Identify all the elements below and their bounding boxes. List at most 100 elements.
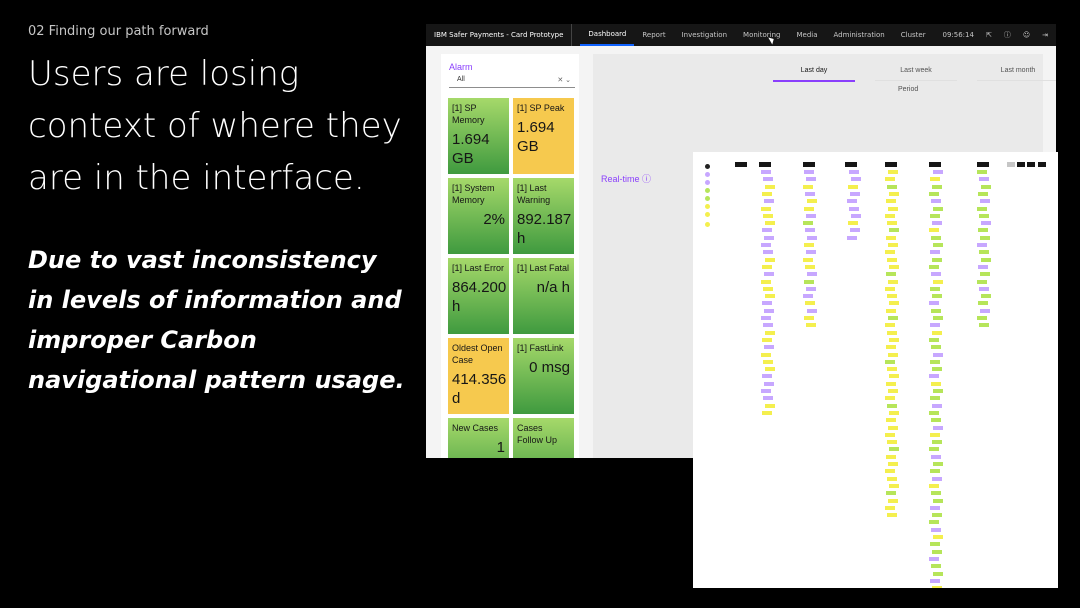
sticky-note bbox=[932, 367, 942, 372]
sticky-note bbox=[932, 257, 942, 262]
alarm-tile[interactable]: New Cases 1 bbox=[448, 418, 509, 458]
tab-last-week[interactable]: Last week bbox=[875, 62, 957, 81]
user-icon[interactable]: ☺ bbox=[1023, 31, 1030, 39]
sticky-note bbox=[931, 527, 941, 532]
sticky-note bbox=[807, 308, 817, 313]
sticky-note bbox=[806, 323, 816, 328]
sticky-note bbox=[848, 184, 858, 189]
sticky-note bbox=[847, 199, 857, 204]
sticky-note bbox=[804, 316, 814, 320]
nav-dashboard[interactable]: Dashboard bbox=[580, 24, 635, 46]
realtime-text: Real-time bbox=[601, 174, 640, 184]
sticky-note bbox=[888, 170, 898, 174]
sticky-note bbox=[932, 549, 942, 554]
sticky-note bbox=[932, 586, 942, 588]
sticky-note bbox=[764, 345, 774, 350]
sticky-note bbox=[889, 447, 899, 452]
sticky-note bbox=[933, 352, 943, 357]
sticky-note bbox=[886, 345, 896, 350]
sticky-note bbox=[762, 228, 772, 233]
sticky-note bbox=[761, 389, 771, 393]
sticky-note bbox=[886, 272, 896, 277]
sticky-note bbox=[761, 279, 771, 284]
tab-last-month[interactable]: Last month bbox=[977, 62, 1056, 81]
app-brand[interactable]: IBM Safer Payments - Card Prototype bbox=[426, 24, 573, 46]
sticky-note bbox=[981, 184, 991, 189]
sticky-note bbox=[981, 257, 991, 262]
sticky-note bbox=[885, 432, 895, 437]
sticky-note bbox=[932, 221, 942, 226]
sticky-note bbox=[889, 337, 899, 342]
sticky-note bbox=[806, 213, 816, 218]
sticky-note bbox=[803, 221, 813, 226]
alarm-tile[interactable]: [1] Last Fatal n/a h bbox=[513, 258, 574, 334]
sticky-note bbox=[850, 228, 860, 233]
notification-icon[interactable]: ⇱ bbox=[986, 31, 992, 39]
sticky-note bbox=[980, 272, 990, 277]
sticky-note bbox=[763, 359, 773, 364]
sticky-note bbox=[887, 367, 897, 372]
nav-monitoring[interactable]: Monitoring bbox=[735, 24, 788, 46]
sticky-note bbox=[933, 279, 943, 284]
sticky-note bbox=[930, 432, 940, 437]
help-icon[interactable]: ⓘ bbox=[1004, 30, 1011, 40]
nav-media[interactable]: Media bbox=[788, 24, 825, 46]
alarm-tile[interactable]: Oldest Open Case 414.356 d bbox=[448, 338, 509, 414]
alarm-filter-select[interactable]: All ✕ ⌄ bbox=[449, 76, 575, 88]
sticky-note bbox=[887, 403, 897, 408]
lane-header bbox=[1027, 162, 1035, 167]
sticky-note bbox=[932, 330, 942, 335]
tab-last-day[interactable]: Last day bbox=[773, 62, 855, 82]
lane-header bbox=[735, 162, 747, 167]
sticky-note bbox=[887, 440, 897, 445]
sticky-note bbox=[807, 272, 817, 277]
sticky-note bbox=[888, 462, 898, 466]
tile-label: [1] Last Error bbox=[452, 263, 505, 273]
sticky-note bbox=[762, 264, 772, 269]
sticky-note bbox=[931, 491, 941, 496]
sticky-note bbox=[932, 476, 942, 481]
sticky-note bbox=[887, 476, 897, 481]
sticky-note bbox=[805, 191, 815, 196]
nav-administration[interactable]: Administration bbox=[826, 24, 893, 46]
map-dot bbox=[705, 222, 710, 227]
sticky-note bbox=[930, 396, 940, 401]
sticky-note bbox=[979, 213, 989, 218]
sticky-note bbox=[933, 206, 943, 211]
logout-icon[interactable]: ⇥ bbox=[1042, 31, 1048, 39]
nav-investigation[interactable]: Investigation bbox=[674, 24, 735, 46]
sticky-note bbox=[977, 316, 987, 320]
sticky-note bbox=[978, 228, 988, 233]
sticky-note bbox=[889, 374, 899, 379]
sticky-note bbox=[888, 389, 898, 393]
sticky-note bbox=[931, 272, 941, 277]
alarm-tile[interactable]: Cases Follow Up bbox=[513, 418, 574, 458]
alarm-tile[interactable]: [1] Last Error 864.200 h bbox=[448, 258, 509, 334]
tile-value: 0 msg bbox=[529, 359, 570, 376]
sticky-note bbox=[851, 213, 861, 218]
sticky-note bbox=[929, 447, 939, 452]
sticky-note bbox=[765, 403, 775, 408]
sticky-note bbox=[763, 286, 773, 291]
realtime-label[interactable]: Real-time ⓘ bbox=[601, 172, 651, 185]
alarm-tile[interactable]: [1] System Memory 2% bbox=[448, 178, 509, 254]
sticky-note bbox=[933, 170, 943, 174]
nav-cluster[interactable]: Cluster bbox=[893, 24, 934, 46]
sticky-note bbox=[929, 556, 939, 561]
sticky-note bbox=[977, 243, 987, 247]
nav-report[interactable]: Report bbox=[634, 24, 673, 46]
sticky-note bbox=[980, 235, 990, 240]
sticky-note bbox=[885, 286, 895, 291]
sticky-note bbox=[887, 294, 897, 299]
sticky-note bbox=[805, 228, 815, 233]
alarm-tile[interactable]: [1] FastLink 0 msg bbox=[513, 338, 574, 414]
alarm-tile[interactable]: [1] SP Memory 1.694 GB bbox=[448, 98, 509, 174]
sticky-note bbox=[978, 264, 988, 269]
lane-header bbox=[1017, 162, 1025, 167]
tile-value: 1.694 GB bbox=[452, 131, 490, 167]
sticky-note bbox=[981, 294, 991, 299]
sticky-note bbox=[977, 170, 987, 174]
alarm-tile[interactable]: [1] Last Warning 892.187 h bbox=[513, 178, 574, 254]
sticky-note bbox=[933, 243, 943, 247]
alarm-tile[interactable]: [1] SP Peak 1.694 GB bbox=[513, 98, 574, 174]
